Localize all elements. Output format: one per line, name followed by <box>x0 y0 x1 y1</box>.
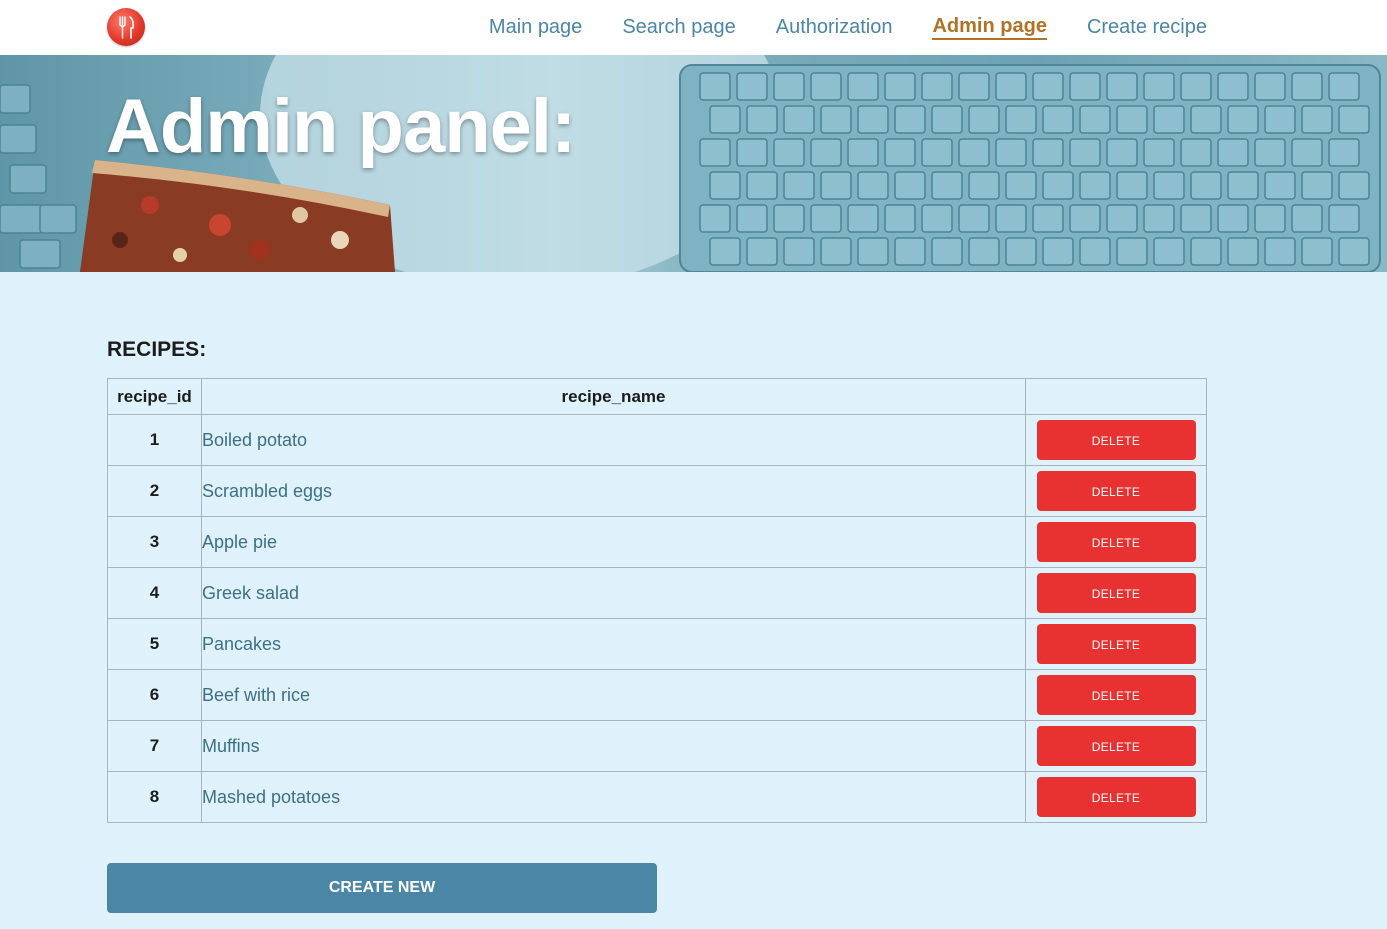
nav-authorization[interactable]: Authorization <box>776 17 893 39</box>
table-header-row: recipe_id recipe_name <box>107 378 1207 415</box>
delete-button[interactable]: DELETE <box>1036 522 1196 562</box>
recipe-name-cell: Mashed potatoes <box>200 771 1027 823</box>
column-header-recipe-name: recipe_name <box>200 378 1027 415</box>
recipe-name-cell: Muffins <box>200 720 1027 772</box>
delete-button[interactable]: DELETE <box>1036 420 1196 460</box>
recipes-table: recipe_id recipe_name 1 Boiled potato DE… <box>107 378 1207 823</box>
recipe-name-cell: Pancakes <box>200 618 1027 670</box>
delete-button[interactable]: DELETE <box>1036 777 1196 817</box>
delete-button[interactable]: DELETE <box>1036 675 1196 715</box>
recipe-id-cell: 8 <box>107 771 202 823</box>
delete-button[interactable]: DELETE <box>1036 624 1196 664</box>
column-header-recipe-id: recipe_id <box>107 378 202 415</box>
nav-create-recipe[interactable]: Create recipe <box>1087 17 1207 39</box>
recipe-id-cell: 7 <box>107 720 202 772</box>
recipe-name-cell: Beef with rice <box>200 669 1027 721</box>
recipe-name-cell: Apple pie <box>200 516 1027 568</box>
column-header-actions <box>1025 378 1207 415</box>
table-row: 3 Apple pie DELETE <box>107 516 1207 568</box>
recipe-id-cell: 3 <box>107 516 202 568</box>
recipe-name-cell: Greek salad <box>200 567 1027 619</box>
delete-button[interactable]: DELETE <box>1036 471 1196 511</box>
delete-button[interactable]: DELETE <box>1036 573 1196 613</box>
recipe-id-cell: 2 <box>107 465 202 517</box>
cutlery-logo-icon[interactable] <box>107 8 145 46</box>
delete-button[interactable]: DELETE <box>1036 726 1196 766</box>
table-row: 7 Muffins DELETE <box>107 720 1207 772</box>
table-row: 5 Pancakes DELETE <box>107 618 1207 670</box>
nav-admin-page[interactable]: Admin page <box>932 16 1047 40</box>
nav-main-page[interactable]: Main page <box>489 17 582 39</box>
main-nav: Main page Search page Authorization Admi… <box>489 0 1207 55</box>
nav-search-page[interactable]: Search page <box>622 17 735 39</box>
top-header: Main page Search page Authorization Admi… <box>0 0 1387 55</box>
table-row: 6 Beef with rice DELETE <box>107 669 1207 721</box>
table-row: 8 Mashed potatoes DELETE <box>107 771 1207 823</box>
recipe-name-cell: Scrambled eggs <box>200 465 1027 517</box>
table-row: 4 Greek salad DELETE <box>107 567 1207 619</box>
hero-banner: Admin panel: <box>0 55 1387 272</box>
recipe-name-cell: Boiled potato <box>200 414 1027 466</box>
page-title: Admin panel: <box>106 84 576 169</box>
create-new-button[interactable]: CREATE NEW <box>107 863 657 913</box>
recipes-section-title: RECIPES: <box>107 338 207 361</box>
table-row: 1 Boiled potato DELETE <box>107 414 1207 466</box>
recipe-id-cell: 5 <box>107 618 202 670</box>
recipe-id-cell: 6 <box>107 669 202 721</box>
table-row: 2 Scrambled eggs DELETE <box>107 465 1207 517</box>
recipe-id-cell: 1 <box>107 414 202 466</box>
recipe-id-cell: 4 <box>107 567 202 619</box>
